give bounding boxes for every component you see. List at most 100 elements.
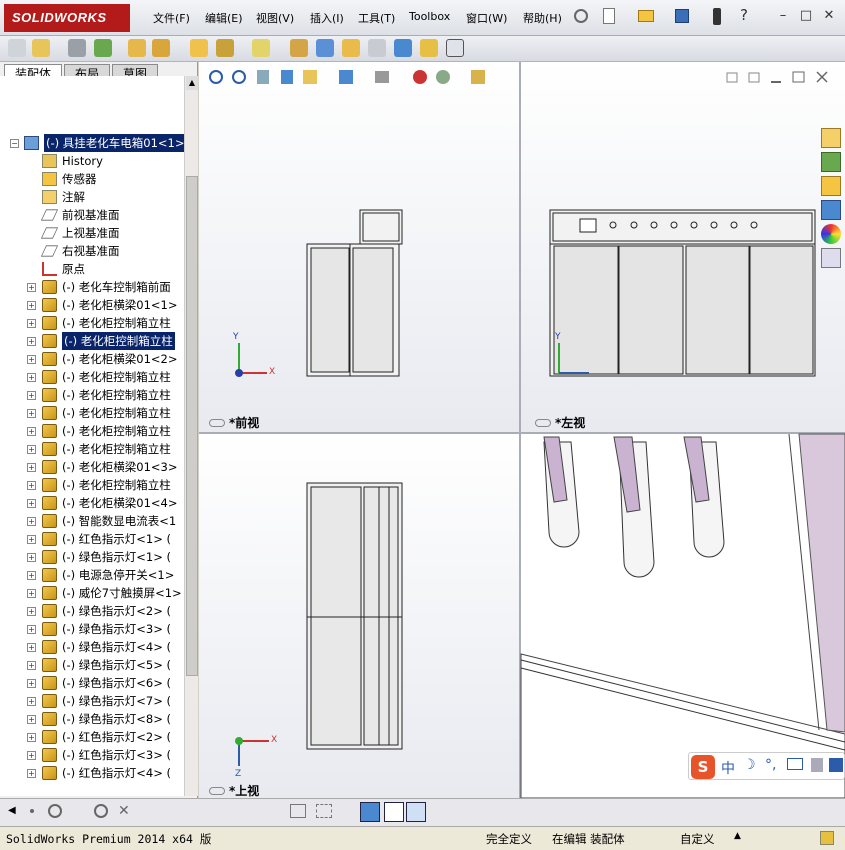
expand-icon[interactable]: + bbox=[27, 445, 36, 454]
scroll-left-icon[interactable]: ◀ bbox=[8, 805, 16, 816]
new-motion-study-icon[interactable] bbox=[290, 39, 308, 57]
grid-icon[interactable] bbox=[316, 804, 332, 818]
view-four-icon[interactable] bbox=[406, 802, 426, 822]
tree-item[interactable]: + (-) 电源急停开关<1> bbox=[0, 566, 184, 584]
tree-item[interactable]: + (-) 老化柜控制箱立柱 bbox=[0, 404, 184, 422]
tree-item[interactable]: 前视基准面 bbox=[0, 206, 184, 224]
tag-icon[interactable] bbox=[820, 831, 834, 845]
expand-icon[interactable]: + bbox=[27, 463, 36, 472]
tree-item[interactable]: + (-) 威伦7寸触摸屏<1> bbox=[0, 584, 184, 602]
tree-item[interactable]: + (-) 老化柜控制箱立柱 bbox=[0, 314, 184, 332]
tree-item[interactable]: + (-) 绿色指示灯<2> ( bbox=[0, 602, 184, 620]
restore-icon[interactable]: □ bbox=[799, 9, 813, 23]
expand-icon[interactable]: + bbox=[27, 751, 36, 760]
tree-item[interactable]: + (-) 红色指示灯<4> ( bbox=[0, 764, 184, 782]
assembly-icon[interactable] bbox=[8, 39, 26, 57]
tree-item[interactable]: + (-) 老化柜控制箱立柱 bbox=[0, 422, 184, 440]
scroll-up-icon[interactable]: ▲ bbox=[186, 76, 198, 90]
open-folder-icon[interactable] bbox=[638, 10, 654, 22]
expand-icon[interactable]: + bbox=[27, 517, 36, 526]
tree-item[interactable]: + (-) 老化车控制箱前面 bbox=[0, 278, 184, 296]
tree-item[interactable]: + (-) 红色指示灯<1> ( bbox=[0, 530, 184, 548]
expand-icon[interactable]: + bbox=[27, 301, 36, 310]
tree-item[interactable]: 传感器 bbox=[0, 170, 184, 188]
interference-icon[interactable] bbox=[394, 39, 412, 57]
explode-line-icon[interactable] bbox=[368, 39, 386, 57]
expand-icon[interactable]: + bbox=[27, 373, 36, 382]
task-pane-explorer-icon[interactable] bbox=[821, 176, 841, 196]
tree-item[interactable]: + (-) 老化柜横梁01<4> bbox=[0, 494, 184, 512]
expand-icon[interactable]: + bbox=[27, 409, 36, 418]
tree-item[interactable]: + (-) 老化柜控制箱立柱 bbox=[0, 386, 184, 404]
ime-halfwidth-icon[interactable]: ☽ bbox=[743, 757, 756, 773]
ime-toolbar[interactable]: S 中 ☽ °, bbox=[688, 752, 845, 780]
tree-item[interactable]: + (-) 绿色指示灯<3> ( bbox=[0, 620, 184, 638]
expand-icon[interactable]: + bbox=[27, 679, 36, 688]
expand-icon[interactable]: + bbox=[27, 733, 36, 742]
expand-icon[interactable]: + bbox=[27, 283, 36, 292]
shaded-icon[interactable] bbox=[360, 802, 380, 822]
ime-user-icon[interactable] bbox=[811, 758, 823, 772]
expand-icon[interactable]: + bbox=[27, 481, 36, 490]
tree-root[interactable]: − (-) 具挂老化车电箱01<1> bbox=[0, 134, 184, 152]
tree-item[interactable]: + (-) 老化柜横梁01<2> bbox=[0, 350, 184, 368]
ime-keyboard-icon[interactable] bbox=[787, 758, 803, 770]
collapse-icon[interactable]: − bbox=[10, 139, 19, 148]
minimize-icon[interactable]: – bbox=[776, 9, 790, 23]
tree-item[interactable]: + (-) 绿色指示灯<8> ( bbox=[0, 710, 184, 728]
task-pane-library-icon[interactable] bbox=[821, 152, 841, 172]
menu-help[interactable]: 帮助(H) bbox=[523, 10, 562, 26]
dimension-icon[interactable] bbox=[290, 804, 306, 818]
view-single-icon[interactable] bbox=[384, 802, 404, 822]
insert-component-icon[interactable] bbox=[32, 39, 50, 57]
graphics-area[interactable]: Y X Y X Z *前视 *左视 *上视 bbox=[199, 62, 845, 798]
expand-icon[interactable]: + bbox=[27, 715, 36, 724]
tree-item[interactable]: 原点 bbox=[0, 260, 184, 278]
menu-edit[interactable]: 编辑(E) bbox=[205, 10, 243, 26]
task-pane-view-palette-icon[interactable] bbox=[821, 200, 841, 220]
ime-language-label[interactable]: 中 bbox=[721, 758, 735, 778]
task-pane-appearances-icon[interactable] bbox=[821, 224, 841, 244]
reference-geometry-icon[interactable] bbox=[252, 39, 270, 57]
ime-punctuation-icon[interactable]: °, bbox=[765, 757, 776, 773]
tree-item[interactable]: + (-) 智能数显电流表<1 bbox=[0, 512, 184, 530]
save-icon[interactable] bbox=[675, 9, 689, 23]
move-component-icon[interactable] bbox=[152, 39, 170, 57]
pin-icon[interactable] bbox=[574, 9, 588, 23]
task-pane-properties-icon[interactable] bbox=[821, 248, 841, 268]
tree-item[interactable]: + (-) 老化柜控制箱立柱 bbox=[0, 440, 184, 458]
units-dropdown-icon[interactable]: ▲ bbox=[734, 831, 741, 841]
trim-icon[interactable]: ✕ bbox=[118, 803, 130, 819]
tree-item[interactable]: + (-) 红色指示灯<3> ( bbox=[0, 746, 184, 764]
tree-item[interactable]: + (-) 老化柜控制箱立柱 bbox=[0, 476, 184, 494]
menu-insert[interactable]: 插入(I) bbox=[310, 10, 344, 26]
expand-icon[interactable]: + bbox=[27, 499, 36, 508]
expand-icon[interactable]: + bbox=[27, 391, 36, 400]
task-pane-home-icon[interactable] bbox=[821, 128, 841, 148]
tree-item[interactable]: + (-) 绿色指示灯<7> ( bbox=[0, 692, 184, 710]
tree-item[interactable]: + (-) 老化柜控制箱立柱 bbox=[0, 368, 184, 386]
tree-item[interactable]: + (-) 绿色指示灯<1> ( bbox=[0, 548, 184, 566]
pattern-icon[interactable] bbox=[94, 39, 112, 57]
expand-icon[interactable]: + bbox=[27, 571, 36, 580]
tree-item[interactable]: + (-) 绿色指示灯<6> ( bbox=[0, 674, 184, 692]
clearance-icon[interactable] bbox=[420, 39, 438, 57]
polygon-icon[interactable] bbox=[94, 804, 108, 818]
rebuild-traffic-light-icon[interactable] bbox=[713, 8, 721, 25]
show-hidden-icon[interactable] bbox=[190, 39, 208, 57]
menu-window[interactable]: 窗口(W) bbox=[466, 10, 507, 26]
smart-fasteners-icon[interactable] bbox=[128, 39, 146, 57]
scroll-thumb[interactable] bbox=[186, 176, 198, 676]
units-selector[interactable]: 自定义 bbox=[680, 831, 715, 847]
help-icon[interactable]: ? bbox=[740, 6, 748, 24]
expand-icon[interactable]: + bbox=[27, 535, 36, 544]
expand-icon[interactable]: + bbox=[27, 697, 36, 706]
expand-icon[interactable]: + bbox=[27, 553, 36, 562]
tree-item[interactable]: + (-) 老化柜横梁01<3> bbox=[0, 458, 184, 476]
tree-item[interactable]: 上视基准面 bbox=[0, 224, 184, 242]
menu-file[interactable]: 文件(F) bbox=[153, 10, 190, 26]
expand-icon[interactable]: + bbox=[27, 355, 36, 364]
expand-icon[interactable]: + bbox=[27, 607, 36, 616]
tree-item[interactable]: 注解 bbox=[0, 188, 184, 206]
expand-icon[interactable]: + bbox=[27, 643, 36, 652]
